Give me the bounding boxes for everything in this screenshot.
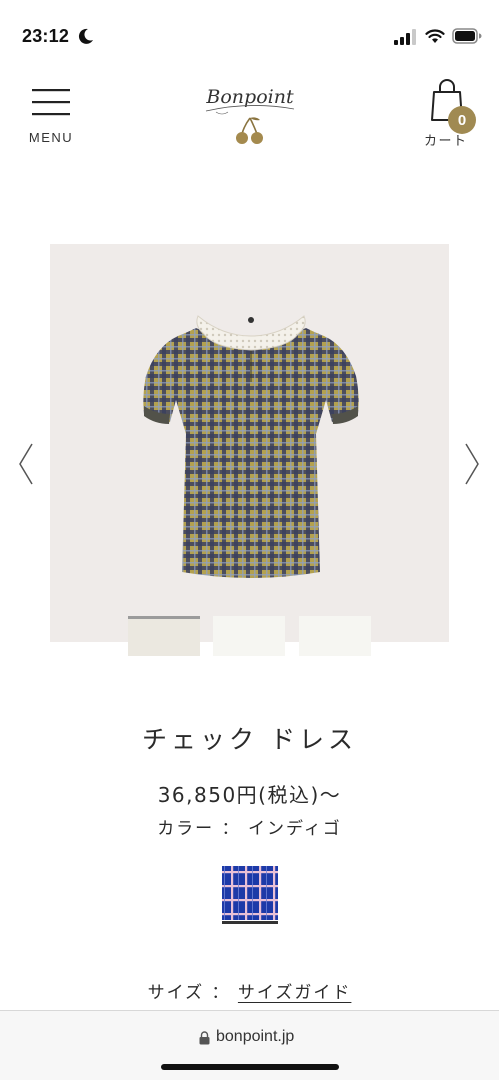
- color-label: カラー: [157, 819, 215, 839]
- size-label: サイズ: [147, 983, 205, 1003]
- browser-address-bar[interactable]: bonpoint.jp: [0, 1010, 499, 1080]
- product-title: チェック ドレス: [142, 725, 357, 754]
- cherry-logo-icon: [236, 117, 263, 144]
- lock-icon: [199, 1031, 210, 1045]
- menu-button[interactable]: MENU: [22, 84, 80, 145]
- site-header: MENU Bonpoint 0 カート: [0, 72, 499, 152]
- gallery-thumbnail-2[interactable]: [213, 616, 285, 656]
- menu-label: MENU: [28, 130, 74, 145]
- size-guide-link[interactable]: サイズガイド: [238, 983, 352, 1003]
- color-value: インディゴ: [248, 819, 342, 839]
- battery-icon: [452, 28, 482, 44]
- product-price: 36,850円(税込)～: [157, 783, 342, 807]
- gallery-thumbnail-3[interactable]: [299, 616, 371, 656]
- color-info: カラー ： インディゴ: [0, 814, 499, 839]
- size-separator: ：: [211, 983, 231, 1003]
- signal-icon: [394, 29, 416, 45]
- chevron-left-icon[interactable]: [14, 440, 36, 488]
- status-time: 23:12: [22, 26, 70, 46]
- wifi-icon: [425, 29, 445, 43]
- url-text[interactable]: bonpoint.jp: [216, 1028, 294, 1046]
- brand-logo[interactable]: Bonpoint: [196, 76, 304, 146]
- logo-text: Bonpoint: [205, 86, 294, 108]
- gallery-thumbnail-1[interactable]: [128, 616, 200, 656]
- size-info: サイズ ： サイズガイド: [0, 978, 499, 1003]
- chevron-right-icon[interactable]: [462, 440, 484, 488]
- hamburger-menu-icon: [32, 89, 70, 116]
- home-indicator[interactable]: [161, 1064, 339, 1070]
- cart-label: カート: [424, 134, 468, 149]
- status-bar: 23:12: [0, 0, 499, 60]
- moon-icon: [78, 28, 93, 44]
- cart-button[interactable]: 0 カート: [420, 78, 482, 149]
- color-separator: ：: [221, 819, 241, 839]
- product-image[interactable]: [138, 302, 364, 584]
- color-swatch-indigo[interactable]: [222, 866, 278, 924]
- product-image-gallery[interactable]: [50, 244, 449, 642]
